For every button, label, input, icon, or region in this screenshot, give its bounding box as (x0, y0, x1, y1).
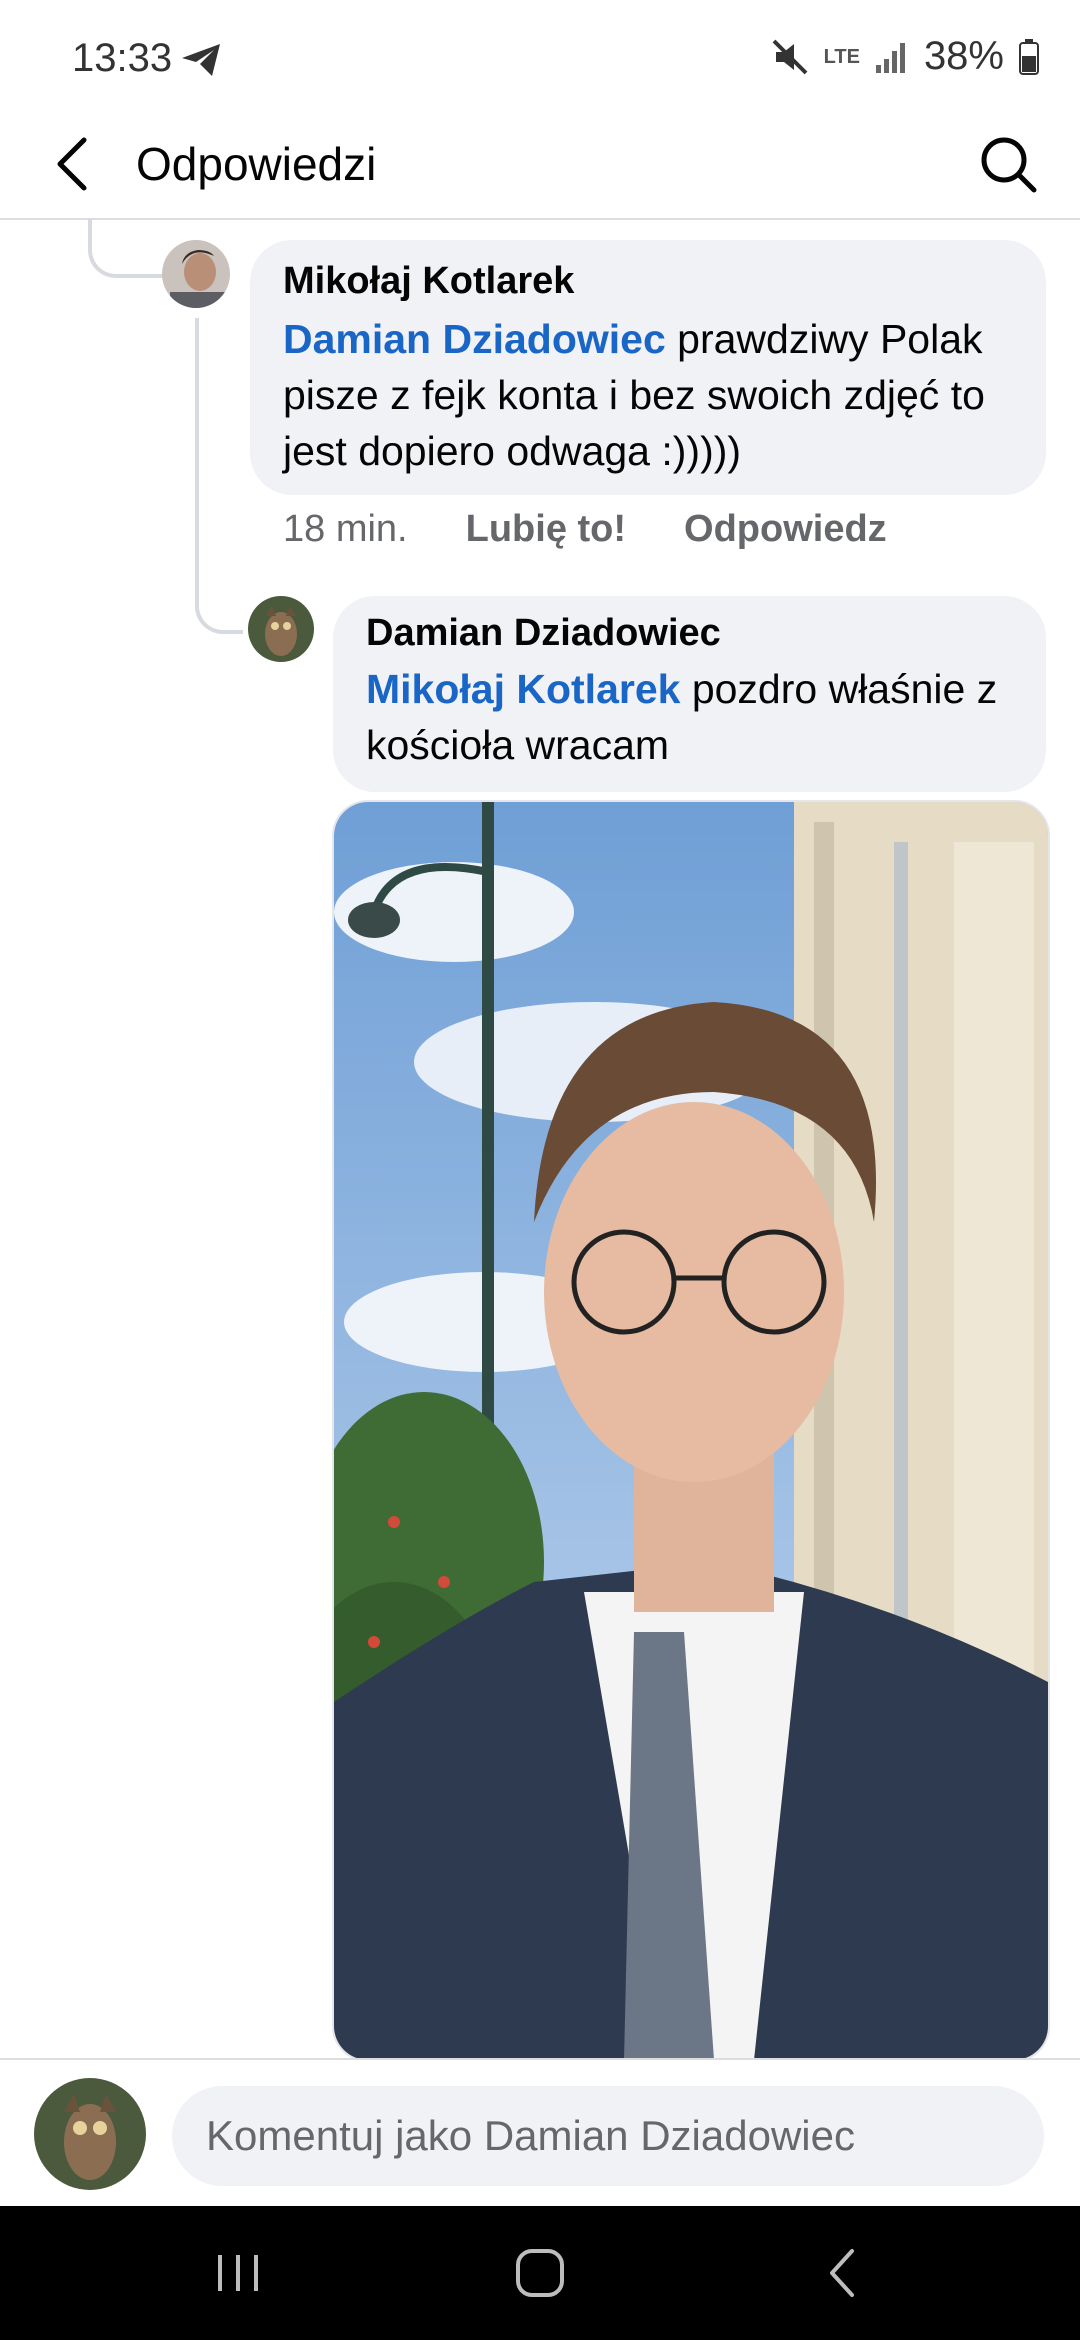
comment-author[interactable]: Damian Dziadowiec (366, 612, 1026, 655)
comment-composer (0, 2058, 1080, 2208)
comment-actions: 18 min. Lubię to! Odpowiedz (283, 508, 887, 551)
top-app-bar: Odpowiedzi (0, 110, 1080, 220)
like-button[interactable]: Lubię to! (466, 508, 626, 551)
comment-input[interactable] (172, 2086, 1044, 2186)
thread-connector (195, 318, 243, 634)
system-nav-bar (0, 2206, 1080, 2340)
back-arrow-icon[interactable] (44, 132, 108, 196)
mention-link[interactable]: Damian Dziadowiec (283, 316, 666, 362)
battery-icon (1019, 38, 1039, 75)
reply-button[interactable]: Odpowiedz (684, 508, 887, 551)
network-type: LTE (823, 45, 860, 68)
current-user-avatar[interactable] (34, 2078, 146, 2190)
signal-icon (875, 42, 905, 73)
comment-timestamp: 18 min. (283, 508, 408, 550)
search-icon[interactable] (974, 130, 1042, 198)
mention-link[interactable]: Mikołaj Kotlarek (366, 666, 680, 712)
back-icon[interactable] (802, 2236, 882, 2310)
thread-connector (88, 218, 164, 278)
avatar-mikolaj[interactable] (162, 240, 230, 308)
page-title: Odpowiedzi (136, 138, 377, 190)
mute-icon (772, 39, 808, 74)
telegram-send-icon (182, 44, 220, 76)
comment-author[interactable]: Mikołaj Kotlarek (283, 260, 1023, 303)
comment-bubble-1[interactable]: Mikołaj Kotlarek Damian Dziadowiec prawd… (250, 240, 1046, 495)
home-icon[interactable] (500, 2236, 580, 2310)
avatar-damian[interactable] (248, 596, 314, 662)
battery-percent: 38% (923, 34, 1004, 78)
status-time: 13:33 (72, 36, 173, 80)
recent-apps-icon[interactable] (198, 2236, 278, 2310)
comment-bubble-2[interactable]: Damian Dziadowiec Mikołaj Kotlarek pozdr… (333, 596, 1046, 792)
comment-photo[interactable] (332, 800, 1050, 2062)
status-bar: 13:33 LTE 38% (0, 0, 1080, 120)
